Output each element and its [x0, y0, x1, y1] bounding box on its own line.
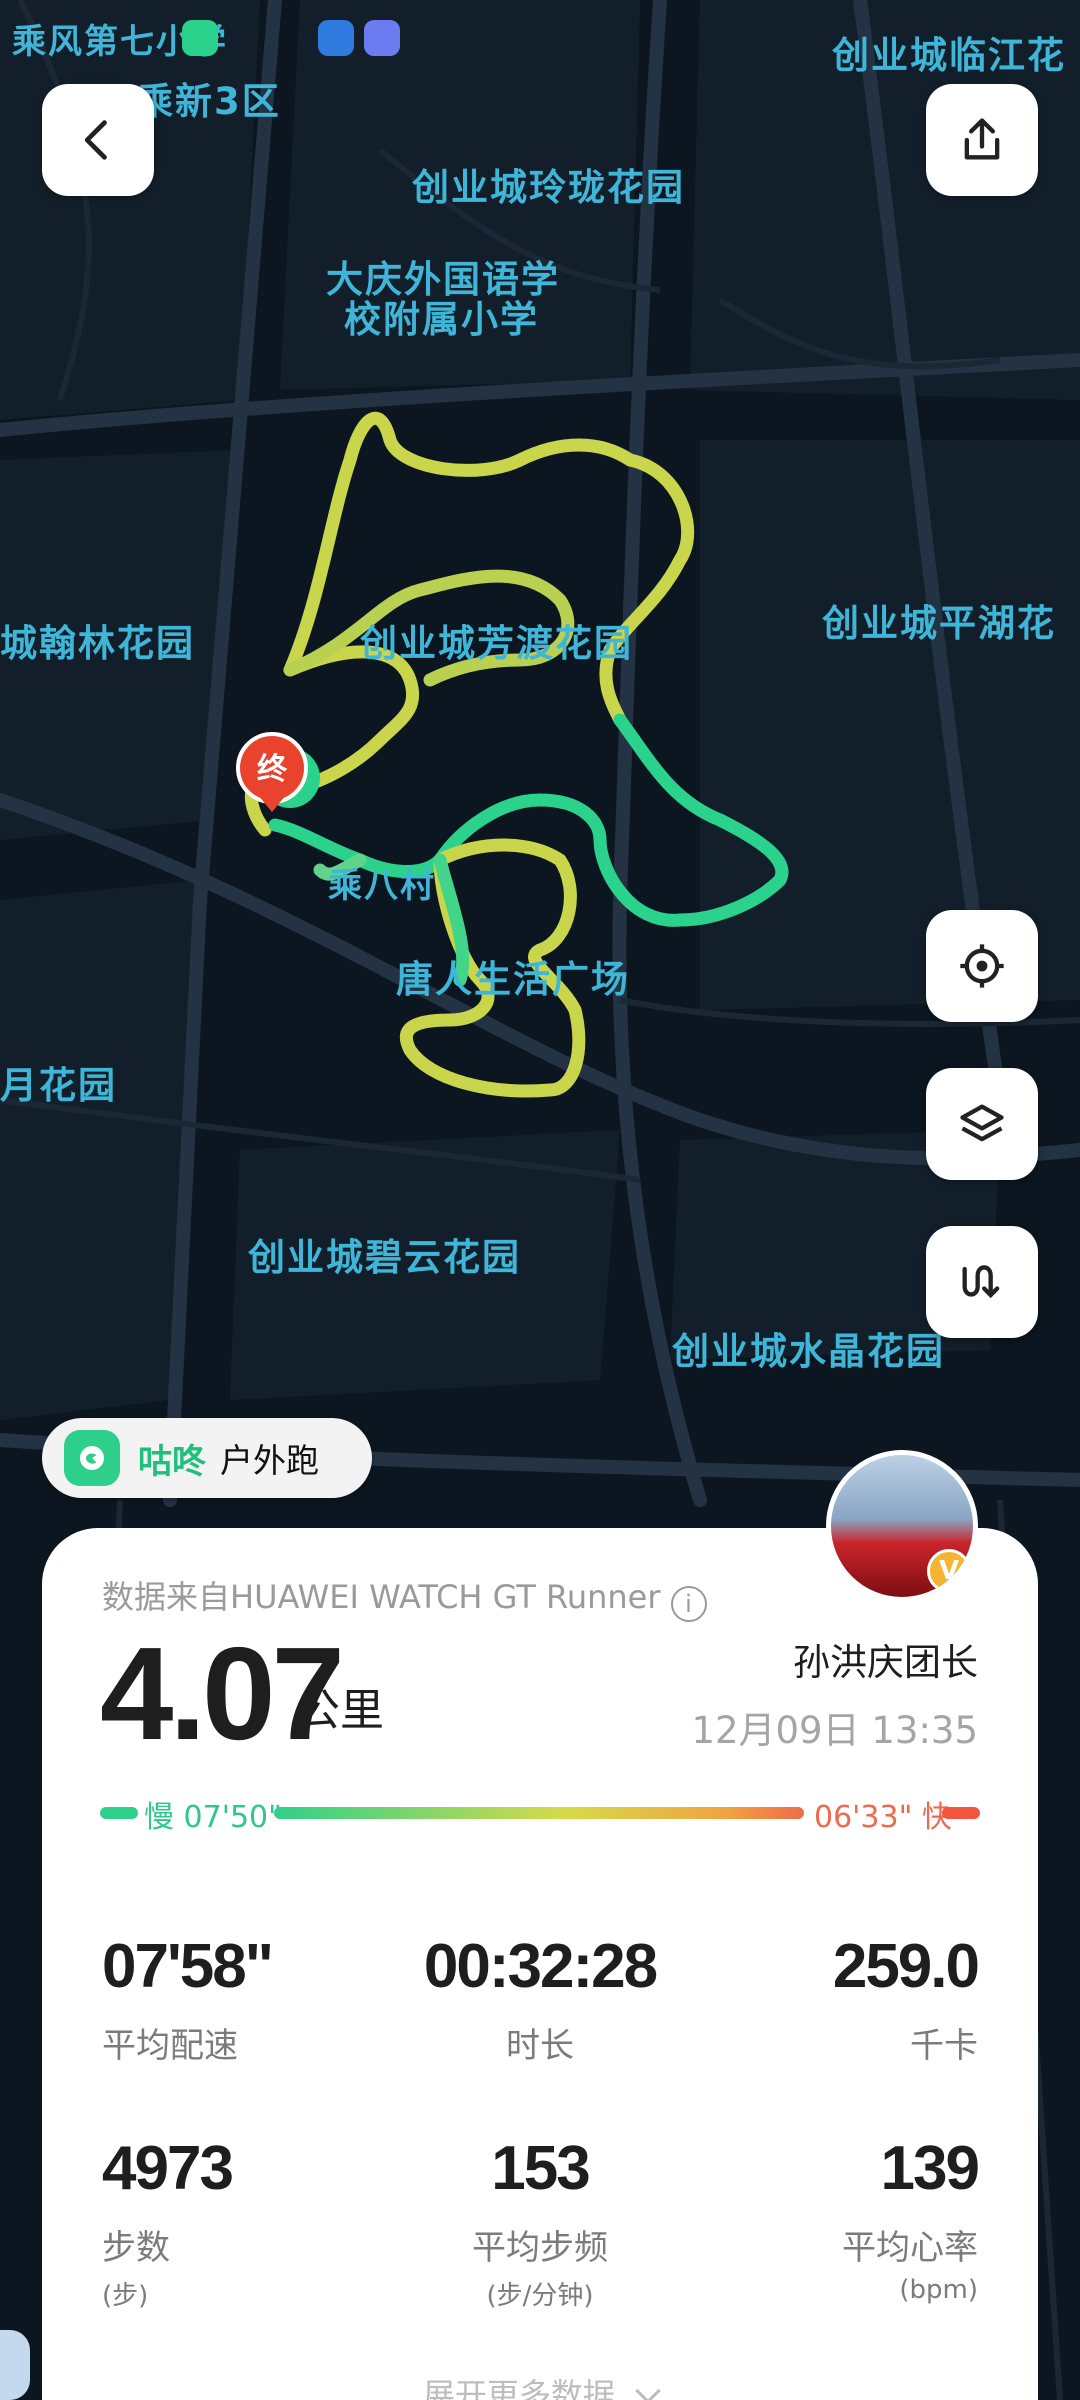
stat-steps: 4973 步数 (步)	[102, 2138, 402, 2312]
route-wave-icon	[962, 1265, 1000, 1299]
stat-label: 千卡	[910, 2026, 978, 2066]
activity-datetime: 12月09日 13:35	[691, 1709, 978, 1752]
data-source-label: 数据来自HUAWEI WATCH GT Runner	[102, 1578, 661, 1616]
stat-label: 步数	[102, 2228, 170, 2268]
crosshair-icon	[960, 944, 1004, 988]
map-label: 校附属小学	[344, 298, 539, 341]
stat-value: 139	[880, 2134, 980, 2203]
data-source-text: 数据来自HUAWEI WATCH GT Runner i	[102, 1572, 707, 1622]
stat-avg-pace: 07'58" 平均配速	[102, 1936, 402, 2067]
fast-pace-label: 06'33" 快	[814, 1800, 952, 1835]
stat-unit: (步)	[102, 2281, 149, 2311]
locate-button[interactable]	[926, 910, 1038, 1022]
chevron-left-icon	[84, 120, 107, 160]
map-label: 创业城芳渡花园	[360, 622, 633, 665]
chevron-down-icon	[635, 2378, 661, 2400]
map-label: 月花园	[0, 1064, 117, 1107]
user-name[interactable]: 孙洪庆团长	[793, 1632, 978, 1686]
distance-unit: 公里	[296, 1685, 384, 1736]
floating-side-handle[interactable]	[0, 2330, 30, 2400]
end-marker-label: 终	[257, 752, 288, 787]
map-label: 创业城碧云花园	[248, 1236, 521, 1279]
status-music-icon	[364, 20, 400, 56]
stat-label: 平均配速	[102, 2026, 238, 2066]
app-brand-label: 咕咚	[138, 1441, 206, 1482]
map-label: 乘新3区	[136, 80, 281, 123]
pace-legend: 慢 07'50" 06'33" 快	[100, 1792, 980, 1835]
slow-pace-swatch	[100, 1807, 138, 1819]
map-label: 大庆外国语学	[326, 258, 560, 301]
layers-icon	[960, 1104, 1004, 1142]
status-browser-icon	[318, 20, 354, 56]
stat-value: 4973	[102, 2134, 234, 2203]
status-app-icon	[182, 20, 218, 56]
stat-unit: (bpm)	[899, 2275, 978, 2305]
map-label: 乘八村	[328, 866, 436, 906]
stat-value: 07'58"	[102, 1932, 274, 2001]
map-label: 唐人生活广场	[396, 958, 630, 1001]
stat-label: 平均心率	[842, 2228, 978, 2268]
stat-duration: 00:32:28 时长	[390, 1936, 690, 2067]
route-replay-button[interactable]	[926, 1226, 1038, 1338]
stat-heart-rate: 139 平均心率 (bpm)	[678, 2134, 980, 2306]
map-label: 创业城玲珑花园	[412, 166, 685, 209]
stat-label: 平均步频	[472, 2228, 608, 2268]
stat-value: 153	[491, 2134, 590, 2203]
verified-badge: V	[927, 1549, 971, 1593]
summary-card: 数据来自HUAWEI WATCH GT Runner i 4.07 公里 孙洪庆团…	[42, 1528, 1038, 2400]
map-label: 创业城临江花	[832, 34, 1066, 77]
app-source-pill: 咕咚 户外跑	[42, 1418, 372, 1498]
stat-cadence: 153 平均步频 (步/分钟)	[390, 2138, 690, 2312]
share-icon	[964, 118, 1000, 160]
map-layers-button[interactable]	[926, 1068, 1038, 1180]
expand-more-button[interactable]: 展开更多数据	[42, 2370, 1038, 2400]
info-icon[interactable]: i	[670, 1586, 707, 1622]
share-button[interactable]	[926, 84, 1038, 196]
stat-calories: 259.0 千卡	[678, 1932, 980, 2067]
stat-value: 259.0	[832, 1932, 980, 2001]
back-button[interactable]	[42, 84, 154, 196]
stat-label: 时长	[506, 2026, 574, 2066]
fast-pace-swatch	[942, 1807, 980, 1819]
stat-value: 00:32:28	[423, 1932, 658, 2001]
stat-unit: (步/分钟)	[486, 2281, 594, 2311]
codoon-logo-icon	[64, 1430, 120, 1486]
sport-mode-label: 户外跑	[220, 1441, 319, 1480]
app-root: 终 乘风第七小学 乘新3区 创业城临江花 创业城玲珑花园 大庆外国语学 校附属小…	[0, 0, 1080, 2400]
expand-more-label: 展开更多数据	[422, 2376, 615, 2400]
map-label: 创业城水晶花园	[672, 1330, 945, 1373]
pace-gradient-bar	[274, 1807, 804, 1819]
map-label: 城翰林花园	[0, 622, 195, 665]
map-label: 创业城平湖花	[822, 602, 1056, 645]
slow-pace-label: 慢 07'50"	[144, 1800, 282, 1835]
user-avatar[interactable]: V	[826, 1450, 978, 1602]
